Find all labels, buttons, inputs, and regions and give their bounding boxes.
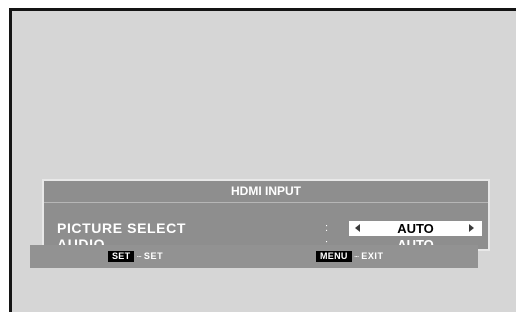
help-set: SET ∙∙∙ SET [108, 250, 163, 263]
picture-select-separator: : [325, 222, 329, 234]
menu-row-picture-select[interactable]: PICTURE SELECT : AUTO [44, 221, 488, 236]
menu-dots: ∙∙∙ [353, 251, 359, 261]
hdmi-input-menu: HDMI INPUT PICTURE SELECT : AUTO AUDIO :… [42, 179, 490, 252]
exit-help-text: EXIT [361, 251, 384, 261]
help-bar: SET ∙∙∙ SET MENU ∙∙∙ EXIT [30, 245, 478, 268]
picture-select-label: PICTURE SELECT [57, 220, 186, 236]
set-help-text: SET [143, 251, 164, 261]
set-key: SET [108, 251, 135, 262]
set-dots: ∙∙∙ [136, 251, 141, 261]
picture-select-value: AUTO [397, 221, 434, 236]
title-divider [44, 202, 488, 203]
triangle-right-icon[interactable] [469, 224, 474, 232]
picture-select-value-selector[interactable]: AUTO [349, 221, 482, 236]
menu-key: MENU [316, 251, 352, 262]
help-exit: MENU ∙∙∙ EXIT [316, 250, 384, 263]
menu-title: HDMI INPUT [231, 184, 301, 198]
